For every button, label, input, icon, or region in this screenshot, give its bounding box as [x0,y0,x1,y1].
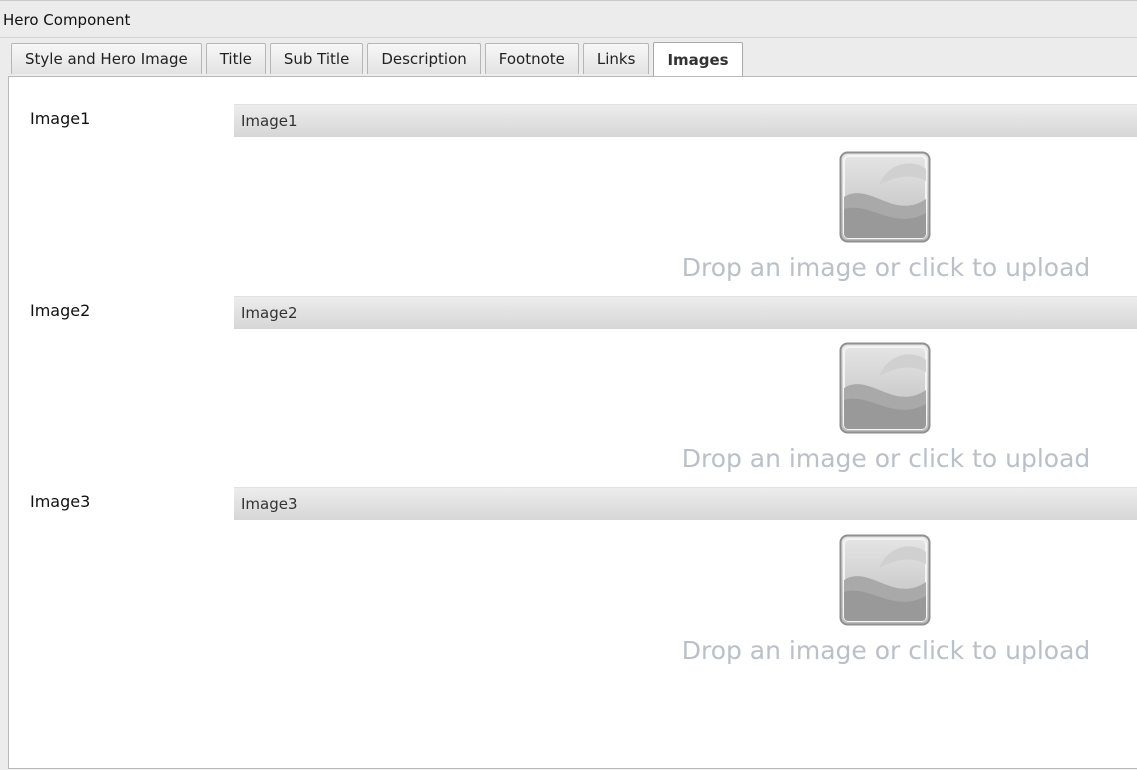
tab-images[interactable]: Images [653,42,743,76]
image2-drop-text: Drop an image or click to upload [681,444,1091,473]
tab-description[interactable]: Description [367,43,481,74]
image3-label: Image3 [30,492,91,511]
image-placeholder-icon [839,342,931,434]
tab-title[interactable]: Title [205,43,266,74]
tab-links[interactable]: Links [582,43,650,74]
image3-header: Image3 [234,487,1137,520]
image-placeholder-icon [839,534,931,626]
image2-header: Image2 [234,296,1137,329]
image1-label: Image1 [30,109,91,128]
image3-drop-text: Drop an image or click to upload [681,636,1091,665]
image2-dropzone[interactable]: Drop an image or click to upload [664,342,1108,482]
image1-dropzone[interactable]: Drop an image or click to upload [664,151,1108,291]
image-placeholder-icon [839,151,931,243]
tab-footnote[interactable]: Footnote [484,43,579,74]
image3-dropzone[interactable]: Drop an image or click to upload [664,534,1108,674]
images-tab-panel: Image1 Image1 Drop an image or click to … [8,76,1137,769]
tab-bar: Style and Hero Image Title Sub Title Des… [11,42,743,76]
image2-label: Image2 [30,301,91,320]
tab-sub-title[interactable]: Sub Title [269,43,364,74]
tab-style-and-hero-image[interactable]: Style and Hero Image [11,43,202,74]
dialog-title: Hero Component [3,11,131,29]
hero-component-dialog: Hero Component Style and Hero Image Titl… [0,0,1137,770]
title-divider [0,37,1137,38]
image1-drop-text: Drop an image or click to upload [681,253,1091,282]
image1-header: Image1 [234,104,1137,137]
